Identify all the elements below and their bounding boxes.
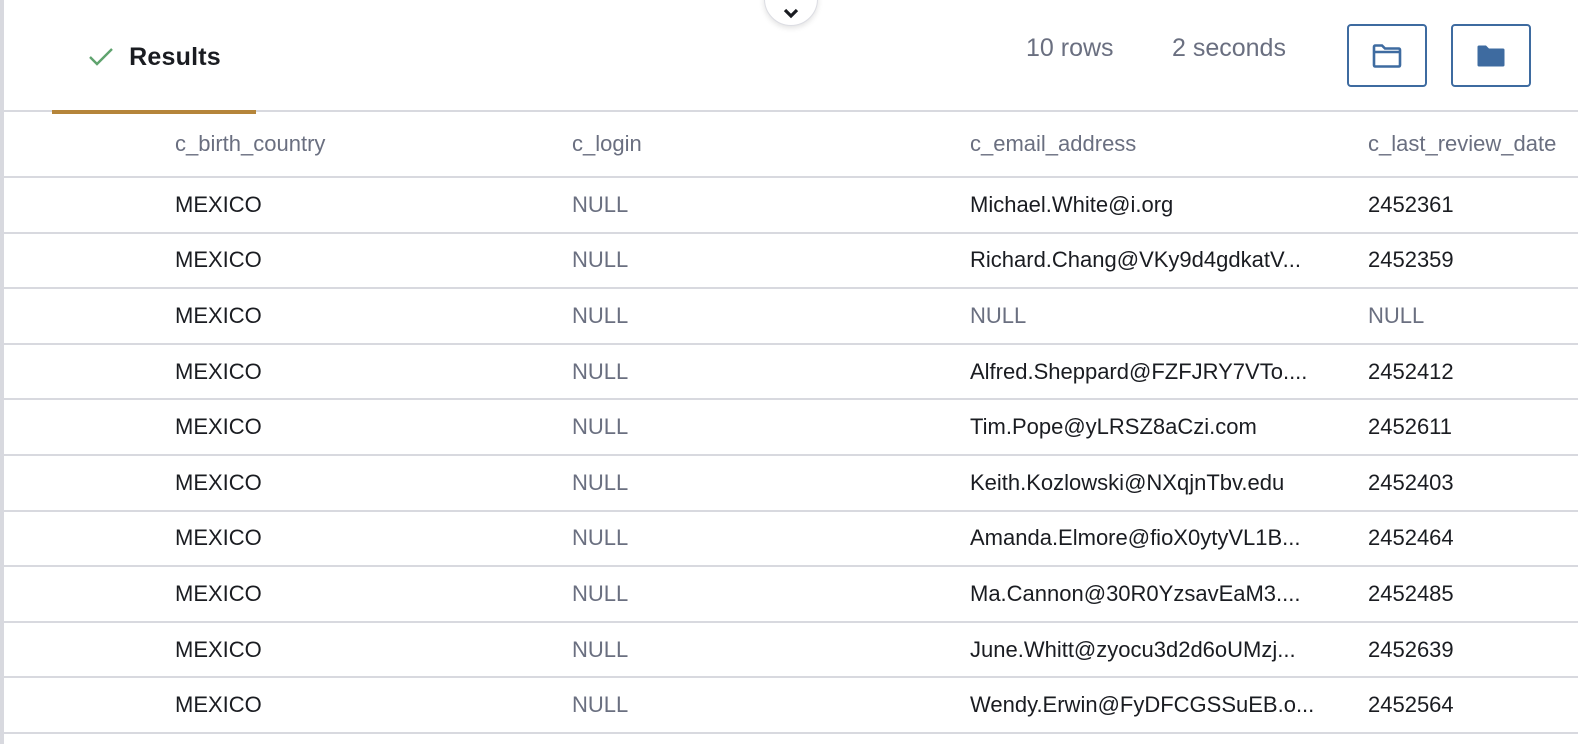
- table-cell: MEXICO: [175, 469, 262, 495]
- table-row[interactable]: MEXICO NULL Wendy.Erwin@FyDFCGSSuEB.o... 24…: [4, 678, 1578, 734]
- folder-button[interactable]: [1451, 24, 1531, 87]
- tab-results-label: Results: [129, 42, 221, 71]
- table-cell: MEXICO: [175, 191, 262, 217]
- table-cell: MEXICO: [175, 525, 262, 551]
- table-cell: NULL: [1368, 302, 1425, 328]
- table-cell: June.Whitt@zyocu3d2d6oUMzj...: [970, 636, 1296, 662]
- table-cell: NULL: [572, 692, 629, 718]
- table-cell: Wendy.Erwin@FyDFCGSSuEB.o...: [970, 692, 1315, 718]
- results-header: Results 10 rows 2 seconds: [4, 0, 1578, 114]
- table-cell: 2452403: [1368, 469, 1454, 495]
- table-cell: MEXICO: [175, 692, 262, 718]
- column-header[interactable]: c_last_review_date: [1368, 112, 1578, 176]
- folder-solid-icon: [1477, 45, 1505, 66]
- table-cell: NULL: [572, 358, 629, 384]
- table-cell: NULL: [572, 525, 629, 551]
- table-cell: Keith.Kozlowski@NXqjnTbv.edu: [970, 469, 1285, 495]
- table-row[interactable]: MEXICO NULL Keith.Kozlowski@NXqjnTbv.edu 24…: [4, 456, 1578, 512]
- results-table: c_birth_country c_login c_email_address …: [4, 112, 1578, 734]
- open-folder-button[interactable]: [1347, 24, 1427, 87]
- table-row[interactable]: MEXICO NULL Amanda.Elmore@fioX0ytyVL1B... 2…: [4, 512, 1578, 568]
- table-row[interactable]: MEXICO NULL Richard.Chang@VKy9d4gdkatV... 2…: [4, 234, 1578, 290]
- table-cell: NULL: [572, 469, 629, 495]
- table-cell: 2452639: [1368, 636, 1454, 662]
- table-row[interactable]: MEXICO NULL Ma.Cannon@30R0YzsavEaM3.... 245…: [4, 567, 1578, 623]
- column-header[interactable]: c_birth_country: [175, 112, 555, 176]
- row-count: 10 rows: [1026, 34, 1114, 62]
- table-cell: NULL: [572, 414, 629, 440]
- folder-outline-icon: [1372, 43, 1402, 68]
- table-row[interactable]: MEXICO NULL NULL NULL: [4, 289, 1578, 345]
- table-cell: Alfred.Sheppard@FZFJRY7VTo....: [970, 358, 1308, 384]
- table-cell: MEXICO: [175, 358, 262, 384]
- table-cell: NULL: [572, 302, 629, 328]
- table-cell: NULL: [572, 580, 629, 606]
- table-cell: MEXICO: [175, 302, 262, 328]
- table-cell: 2452611: [1368, 414, 1453, 440]
- table-row[interactable]: MEXICO NULL Alfred.Sheppard@FZFJRY7VTo....…: [4, 345, 1578, 401]
- table-row[interactable]: MEXICO NULL June.Whitt@zyocu3d2d6oUMzj... 2…: [4, 623, 1578, 679]
- table-cell: MEXICO: [175, 580, 262, 606]
- table-cell: NULL: [572, 636, 629, 662]
- table-cell: Michael.White@i.org: [970, 191, 1174, 217]
- table-cell: MEXICO: [175, 247, 262, 273]
- column-header[interactable]: c_login: [572, 112, 952, 176]
- table-cell: 2452564: [1368, 692, 1454, 718]
- table-cell: NULL: [970, 302, 1027, 328]
- table-cell: MEXICO: [175, 636, 262, 662]
- table-cell: 2452361: [1368, 191, 1454, 217]
- table-body: MEXICO NULL Michael.White@i.org 2452361 MEXI…: [4, 178, 1578, 734]
- table-header-row: c_birth_country c_login c_email_address …: [4, 112, 1578, 178]
- tab-results[interactable]: Results: [52, 0, 256, 114]
- check-icon: [89, 48, 113, 66]
- table-row[interactable]: MEXICO NULL Tim.Pope@yLRSZ8aCzi.com 2452611: [4, 400, 1578, 456]
- table-cell: Ma.Cannon@30R0YzsavEaM3....: [970, 580, 1301, 606]
- table-row[interactable]: MEXICO NULL Michael.White@i.org 2452361: [4, 178, 1578, 234]
- table-cell: 2452464: [1368, 525, 1454, 551]
- column-header[interactable]: c_email_address: [970, 112, 1320, 176]
- table-cell: 2452485: [1368, 580, 1454, 606]
- query-duration: 2 seconds: [1172, 34, 1286, 62]
- table-cell: Tim.Pope@yLRSZ8aCzi.com: [970, 414, 1257, 440]
- table-cell: MEXICO: [175, 414, 262, 440]
- table-cell: NULL: [572, 191, 629, 217]
- table-cell: NULL: [572, 247, 629, 273]
- table-cell: Richard.Chang@VKy9d4gdkatV...: [970, 247, 1301, 273]
- table-cell: Amanda.Elmore@fioX0ytyVL1B...: [970, 525, 1301, 551]
- table-cell: 2452359: [1368, 247, 1454, 273]
- table-cell: 2452412: [1368, 358, 1454, 384]
